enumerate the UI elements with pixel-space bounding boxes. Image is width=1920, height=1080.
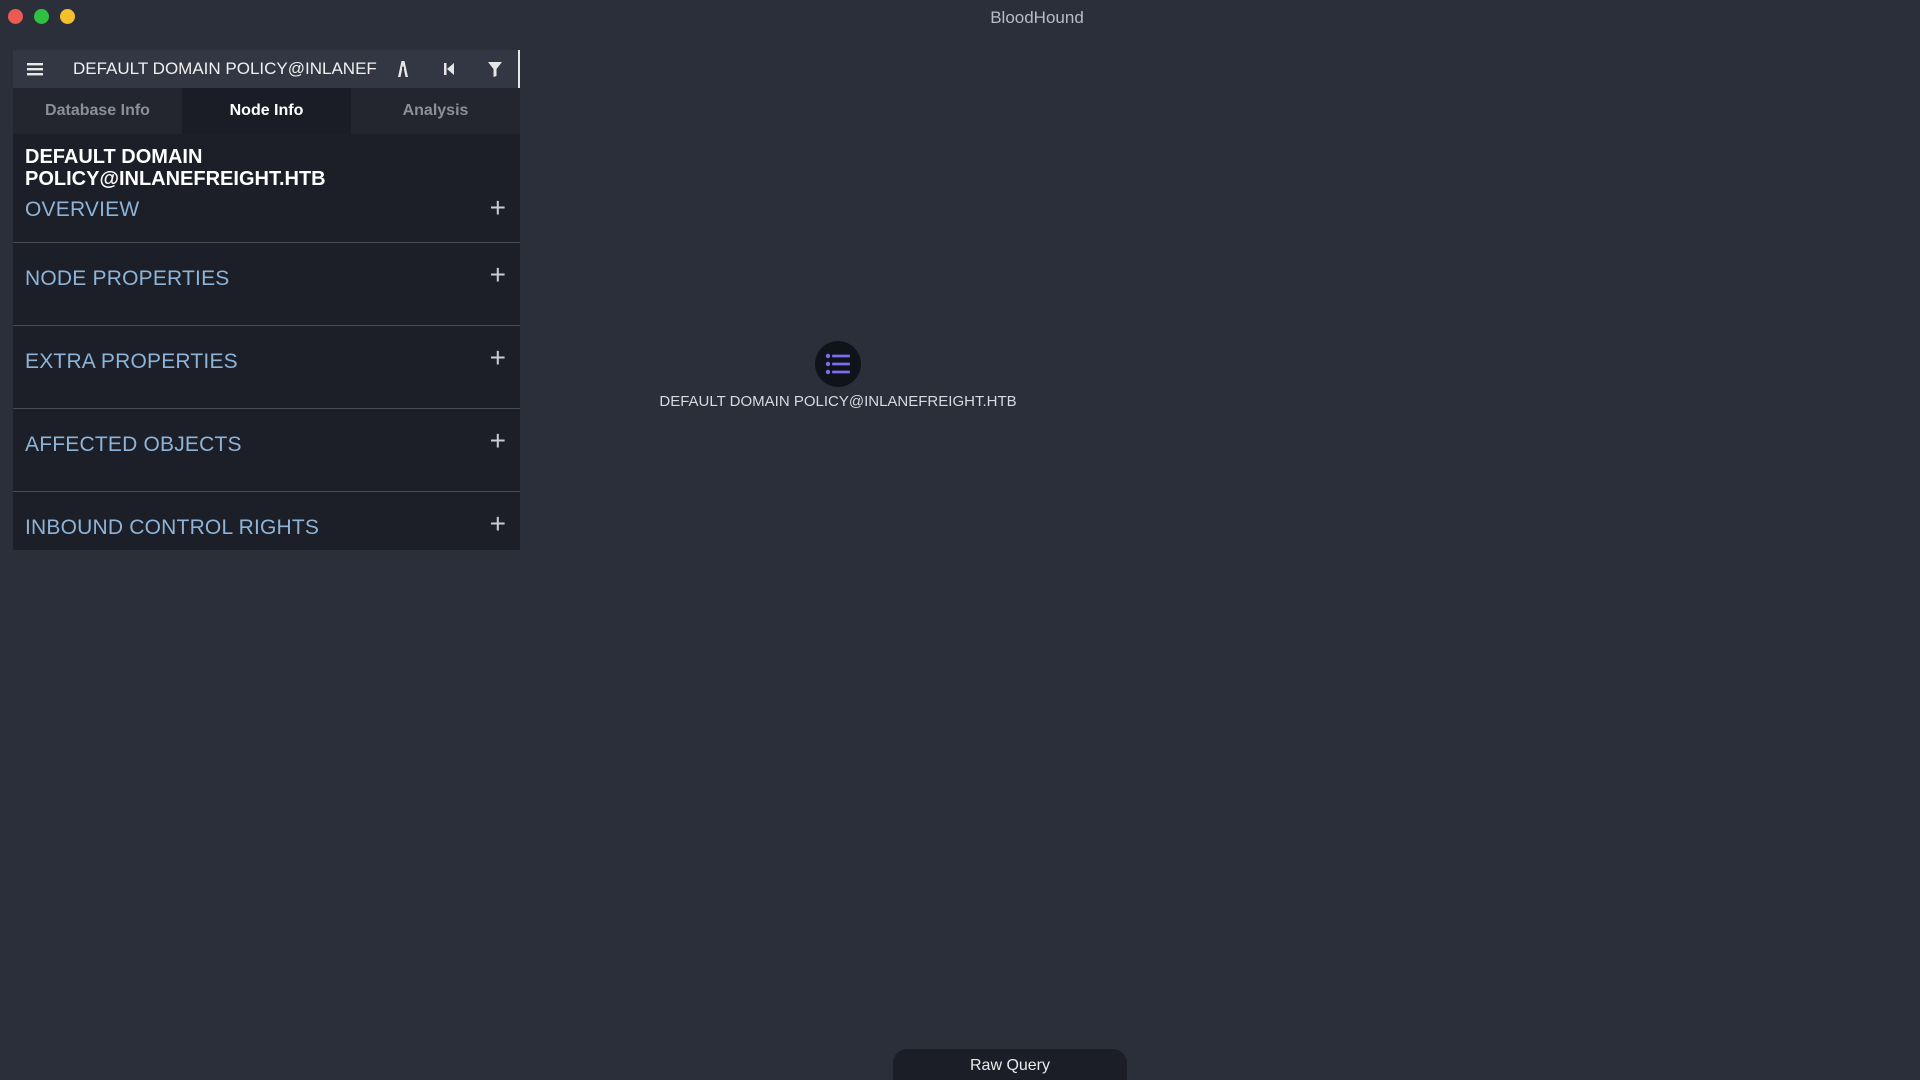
back-icon — [444, 63, 454, 75]
left-panel: DEFAULT DOMAIN POLICY@INLANEF Database I… — [13, 50, 520, 550]
filter-button[interactable] — [472, 50, 518, 88]
expand-plus-icon[interactable]: + — [490, 194, 506, 222]
section-inbound-control-rights[interactable]: INBOUND CONTROL RIGHTS + — [13, 492, 520, 550]
app-window: BloodHound DEFAULT DOMAIN POLICY@INLANEF — [0, 0, 1920, 1080]
filter-icon — [488, 61, 502, 77]
tab-database-info[interactable]: Database Info — [13, 88, 182, 134]
section-overview[interactable]: OVERVIEW + — [13, 192, 520, 243]
section-label: EXTRA PROPERTIES — [25, 350, 238, 373]
back-button[interactable] — [426, 50, 472, 88]
expand-plus-icon[interactable]: + — [490, 344, 506, 372]
section-node-properties[interactable]: NODE PROPERTIES + — [13, 243, 520, 326]
node-title-line-2: POLICY@INLANEFREIGHT.HTB — [25, 168, 326, 190]
tab-node-info[interactable]: Node Info — [182, 88, 351, 134]
section-label: AFFECTED OBJECTS — [25, 433, 242, 456]
path-icon — [398, 61, 408, 77]
tab-analysis[interactable]: Analysis — [351, 88, 520, 134]
section-extra-properties[interactable]: EXTRA PROPERTIES + — [13, 326, 520, 409]
graph-node-label: DEFAULT DOMAIN POLICY@INLANEFREIGHT.HTB — [659, 393, 1017, 410]
section-label: INBOUND CONTROL RIGHTS — [25, 516, 320, 539]
raw-query-button[interactable]: Raw Query — [893, 1049, 1127, 1080]
search-input[interactable]: DEFAULT DOMAIN POLICY@INLANEF — [57, 59, 380, 79]
hamburger-menu-button[interactable] — [13, 50, 57, 88]
section-label: NODE PROPERTIES — [25, 267, 230, 290]
title-bar: BloodHound — [0, 0, 1920, 34]
expand-plus-icon[interactable]: + — [490, 510, 506, 538]
graph-node-gpo[interactable] — [815, 341, 861, 387]
section-label: OVERVIEW — [25, 198, 140, 221]
panel-tabs: Database Info Node Info Analysis — [13, 88, 520, 134]
pathfinding-button[interactable] — [380, 50, 426, 88]
node-title-line-1: DEFAULT DOMAIN — [25, 146, 203, 168]
section-affected-objects[interactable]: AFFECTED OBJECTS + — [13, 409, 520, 492]
node-title: DEFAULT DOMAIN POLICY@INLANEFREIGHT.HTB — [13, 134, 520, 192]
gpo-list-icon — [825, 353, 850, 375]
window-title: BloodHound — [990, 8, 1084, 27]
hamburger-menu-icon — [27, 63, 43, 76]
expand-plus-icon[interactable]: + — [490, 427, 506, 455]
search-bar: DEFAULT DOMAIN POLICY@INLANEF — [13, 50, 520, 88]
expand-plus-icon[interactable]: + — [490, 261, 506, 289]
